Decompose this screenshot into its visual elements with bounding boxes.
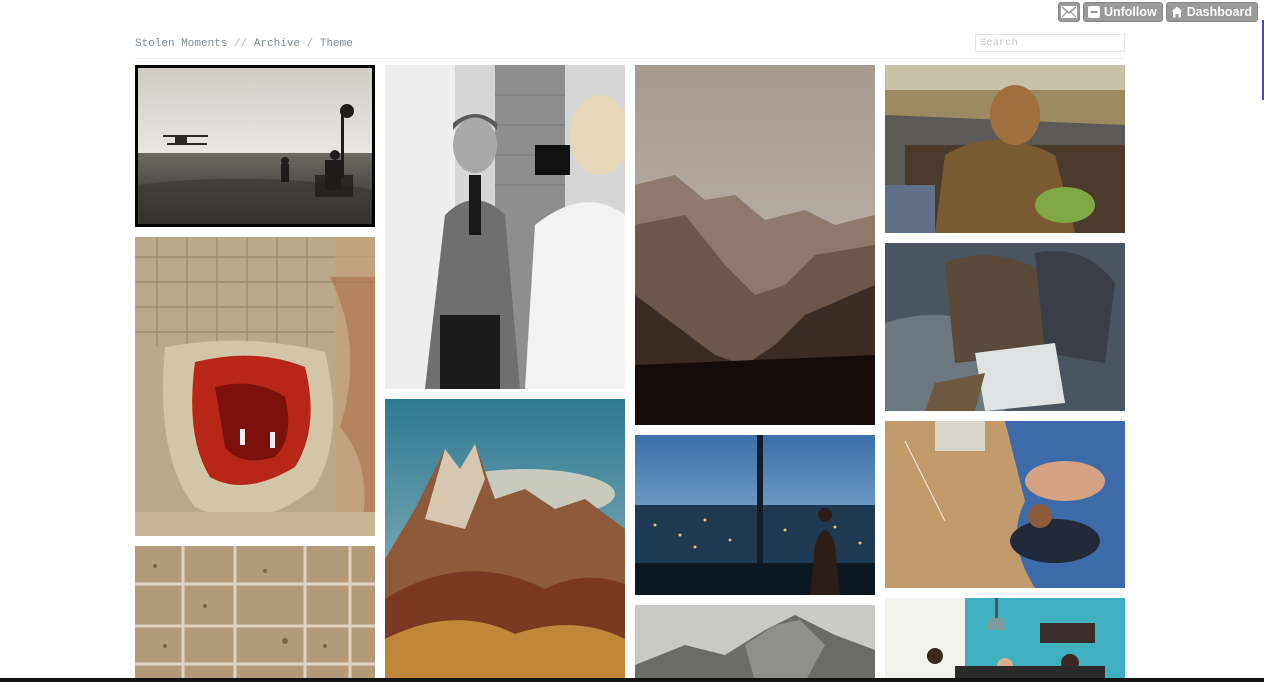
window-bottom-border <box>0 678 1264 682</box>
theme-link[interactable]: Theme <box>320 38 353 50</box>
home-icon <box>1171 6 1183 18</box>
message-button[interactable] <box>1057 2 1080 22</box>
photo-post-couple-floor[interactable] <box>885 421 1125 588</box>
photo-image <box>885 598 1125 682</box>
unfollow-label: Unfollow <box>1103 5 1157 19</box>
photo-post-bw-mountain[interactable] <box>635 605 875 682</box>
envelope-icon <box>1060 6 1077 18</box>
photo-post-mountain-peaks[interactable] <box>385 399 625 682</box>
archive-link[interactable]: Archive <box>254 38 300 50</box>
photo-post-map-reading[interactable] <box>885 243 1125 411</box>
photo-image <box>885 421 1125 588</box>
photo-image <box>385 399 625 682</box>
photo-image <box>885 243 1125 411</box>
minus-icon <box>1087 6 1100 18</box>
photo-post-canyon[interactable] <box>635 65 875 425</box>
dashboard-label: Dashboard <box>1186 5 1252 19</box>
photo-image <box>635 605 875 682</box>
tumblr-controls: Unfollow Dashboard <box>1057 2 1258 22</box>
photo-image <box>635 65 875 425</box>
photo-post-aerial-grid[interactable] <box>135 546 375 682</box>
photo-image <box>135 65 375 227</box>
photo-image <box>635 435 875 595</box>
photo-image <box>135 237 375 536</box>
photo-post-aerial-pond[interactable] <box>135 237 375 536</box>
nav-separator: // <box>227 38 254 50</box>
photo-post-biplane[interactable] <box>135 65 375 227</box>
photo-post-truck-bed[interactable] <box>885 65 1125 233</box>
photo-image <box>385 65 625 389</box>
photo-post-city-window[interactable] <box>635 435 875 595</box>
dashboard-button[interactable]: Dashboard <box>1165 2 1258 22</box>
photo-image <box>885 65 1125 233</box>
header-divider <box>135 58 1125 59</box>
search-input[interactable] <box>975 34 1125 52</box>
photo-image <box>135 546 375 682</box>
blog-title-link[interactable]: Stolen Moments <box>135 38 227 50</box>
nav-separator: / <box>300 38 320 50</box>
unfollow-button[interactable]: Unfollow <box>1082 2 1163 22</box>
photo-post-family-room[interactable] <box>885 598 1125 682</box>
breadcrumb: Stolen Moments // Archive / Theme <box>135 38 353 50</box>
photo-post-portrait-camera[interactable] <box>385 65 625 389</box>
